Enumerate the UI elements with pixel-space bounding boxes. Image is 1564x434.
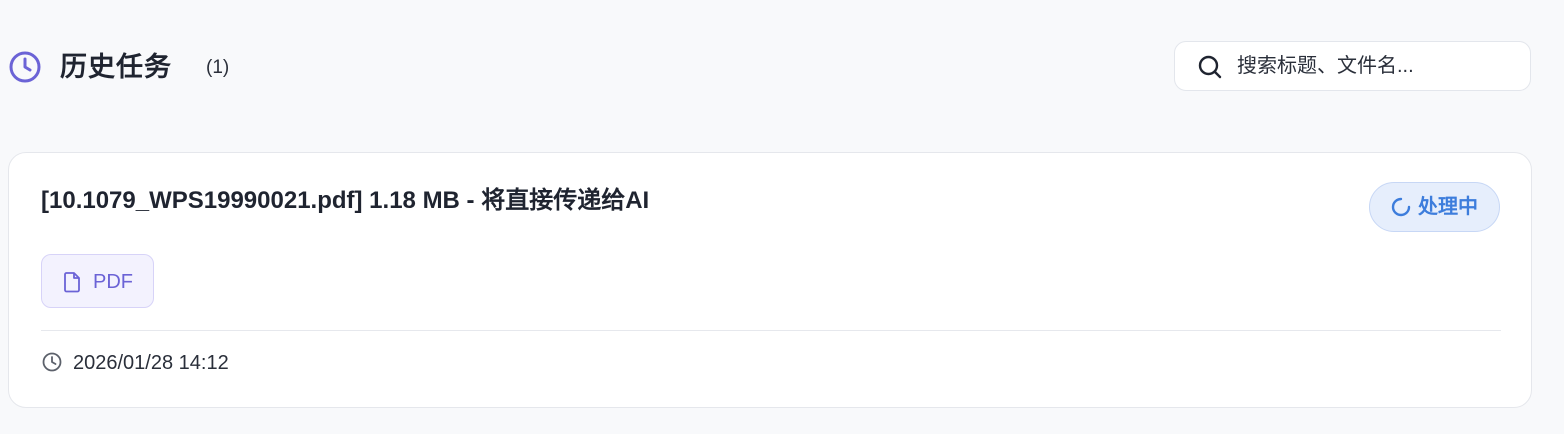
task-card[interactable]: [10.1079_WPS19990021.pdf] 1.18 MB - 将直接传…: [8, 152, 1532, 408]
search-input[interactable]: [1237, 42, 1517, 90]
search-box[interactable]: [1174, 41, 1531, 91]
task-timestamp: 2026/01/28 14:12: [73, 352, 229, 374]
search-icon: [1198, 55, 1222, 79]
spinner-icon: [1391, 197, 1411, 217]
divider: [41, 330, 1501, 331]
file-icon: [64, 272, 80, 293]
clock-icon: [9, 51, 41, 83]
file-type-tag[interactable]: PDF: [41, 254, 154, 308]
task-title: [10.1079_WPS19990021.pdf] 1.18 MB - 将直接传…: [41, 187, 650, 214]
history-header: 历史任务 (1): [0, 0, 1564, 130]
page-title: 历史任务: [60, 52, 172, 82]
status-badge: 处理中: [1369, 182, 1500, 232]
status-label: 处理中: [1418, 196, 1478, 218]
clock-icon: [42, 352, 62, 372]
file-type-label: PDF: [93, 271, 133, 293]
task-count: (1): [206, 57, 230, 78]
